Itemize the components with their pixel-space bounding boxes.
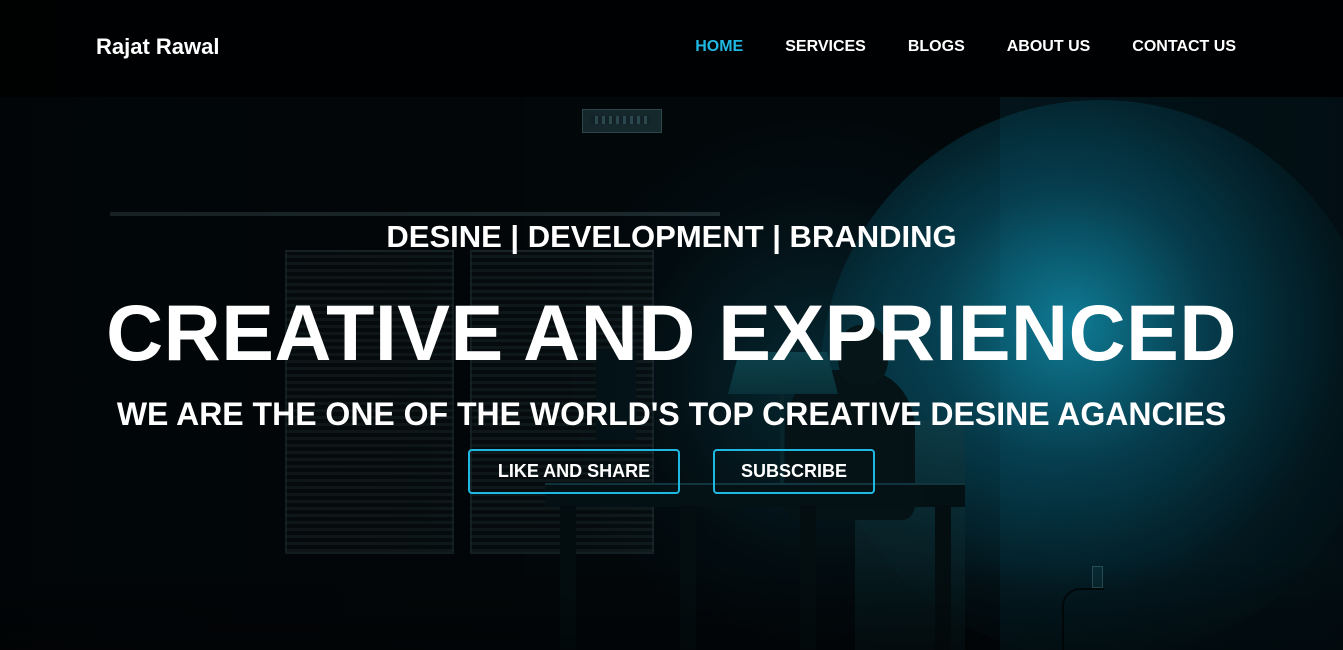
- hero-tagline: DESINE | DEVELOPMENT | BRANDING: [386, 219, 957, 254]
- like-and-share-button[interactable]: LIKE AND SHARE: [468, 449, 680, 494]
- hero-section: Rajat Rawal HOME SERVICES BLOGS ABOUT US…: [0, 0, 1343, 650]
- hero-buttons: LIKE AND SHARE SUBSCRIBE: [0, 449, 1343, 494]
- hero-headline: CREATIVE AND EXPRIENCED: [106, 288, 1237, 377]
- hero-content: DESINE | DEVELOPMENT | BRANDING CREATIVE…: [0, 0, 1343, 650]
- nav-link-home[interactable]: HOME: [695, 37, 743, 57]
- subscribe-button[interactable]: SUBSCRIBE: [713, 449, 875, 494]
- brand-logo[interactable]: Rajat Rawal: [96, 34, 220, 60]
- navbar: Rajat Rawal HOME SERVICES BLOGS ABOUT US…: [0, 0, 1343, 97]
- nav-link-contact-us[interactable]: CONTACT US: [1132, 37, 1236, 57]
- nav-link-services[interactable]: SERVICES: [785, 37, 866, 57]
- hero-subheadline: WE ARE THE ONE OF THE WORLD'S TOP CREATI…: [116, 396, 1227, 432]
- nav-link-blogs[interactable]: BLOGS: [908, 37, 965, 57]
- nav-menu: HOME SERVICES BLOGS ABOUT US CONTACT US: [695, 37, 1236, 57]
- nav-link-about-us[interactable]: ABOUT US: [1007, 37, 1091, 57]
